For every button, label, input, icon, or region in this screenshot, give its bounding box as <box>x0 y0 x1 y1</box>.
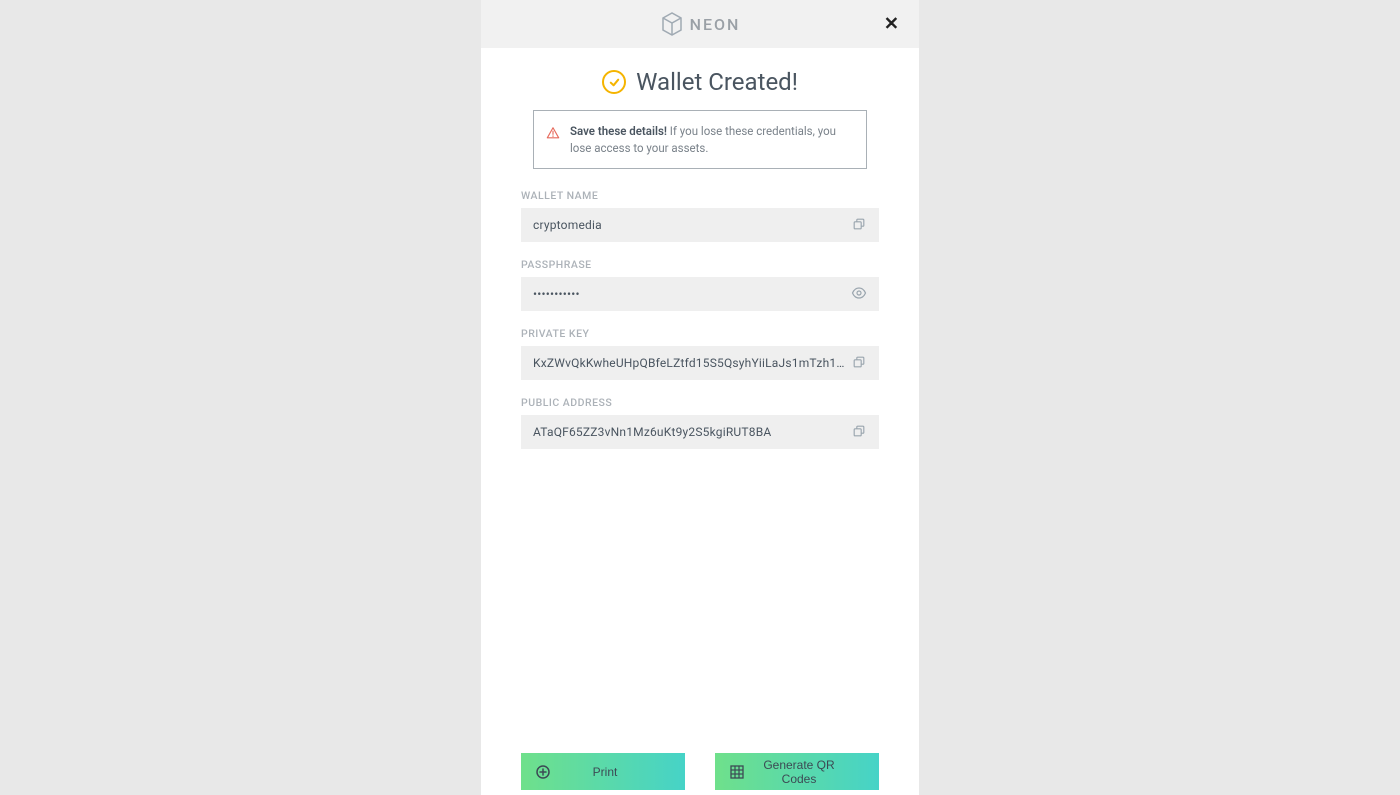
content: Save these details! If you lose these cr… <box>481 110 919 753</box>
private-key-row: KxZWvQkKwheUHpQBfeLZtfd15S5QsyhYiiLaJs1m… <box>521 346 879 380</box>
copy-wallet-name-button[interactable] <box>849 215 869 235</box>
passphrase-value: ••••••••••• <box>533 287 849 301</box>
private-key-value: KxZWvQkKwheUHpQBfeLZtfd15S5QsyhYiiLaJs1m… <box>533 356 849 370</box>
passphrase-label: PASSPHRASE <box>521 258 879 271</box>
warning-strong: Save these details! <box>570 124 667 138</box>
copy-icon <box>852 217 866 234</box>
print-button-label: Print <box>555 765 675 779</box>
passphrase-row: ••••••••••• <box>521 277 879 311</box>
copy-icon <box>852 355 866 372</box>
field-private-key: PRIVATE KEY KxZWvQkKwheUHpQBfeLZtfd15S5Q… <box>521 327 879 380</box>
eye-icon <box>851 285 867 304</box>
generate-qr-button-label: Generate QR Codes <box>749 758 869 786</box>
generate-qr-button[interactable]: Generate QR Codes <box>715 753 879 790</box>
toggle-passphrase-visibility-button[interactable] <box>849 284 869 304</box>
warning-icon <box>546 125 560 144</box>
title-row: Wallet Created! <box>481 48 919 110</box>
header: NEON ✕ <box>481 0 919 48</box>
grid-icon <box>725 765 749 779</box>
public-address-label: PUBLIC ADDRESS <box>521 396 879 409</box>
neon-logo-icon <box>660 10 684 38</box>
warning-text: Save these details! If you lose these cr… <box>570 123 852 156</box>
copy-icon <box>852 424 866 441</box>
private-key-label: PRIVATE KEY <box>521 327 879 340</box>
close-icon: ✕ <box>884 14 899 34</box>
copy-private-key-button[interactable] <box>849 353 869 373</box>
page-title: Wallet Created! <box>636 68 798 96</box>
public-address-value: ATaQF65ZZ3vNn1Mz6uKt9y2S5kgiRUT8BA <box>533 425 849 439</box>
plus-circle-icon <box>531 764 555 780</box>
footer: Print Generate QR Codes <box>481 753 919 795</box>
wallet-name-value: cryptomedia <box>533 218 849 232</box>
close-button[interactable]: ✕ <box>884 14 899 35</box>
field-wallet-name: WALLET NAME cryptomedia <box>521 189 879 242</box>
field-passphrase: PASSPHRASE ••••••••••• <box>521 258 879 311</box>
field-public-address: PUBLIC ADDRESS ATaQF65ZZ3vNn1Mz6uKt9y2S5… <box>521 396 879 449</box>
brand-name: NEON <box>690 15 741 34</box>
wallet-created-panel: NEON ✕ Wallet Created! Save these detail… <box>481 0 919 795</box>
wallet-name-row: cryptomedia <box>521 208 879 242</box>
success-check-icon <box>602 70 626 94</box>
public-address-row: ATaQF65ZZ3vNn1Mz6uKt9y2S5kgiRUT8BA <box>521 415 879 449</box>
print-button[interactable]: Print <box>521 753 685 790</box>
wallet-name-label: WALLET NAME <box>521 189 879 202</box>
warning-box: Save these details! If you lose these cr… <box>533 110 867 169</box>
copy-public-address-button[interactable] <box>849 422 869 442</box>
brand-logo: NEON <box>660 10 741 38</box>
